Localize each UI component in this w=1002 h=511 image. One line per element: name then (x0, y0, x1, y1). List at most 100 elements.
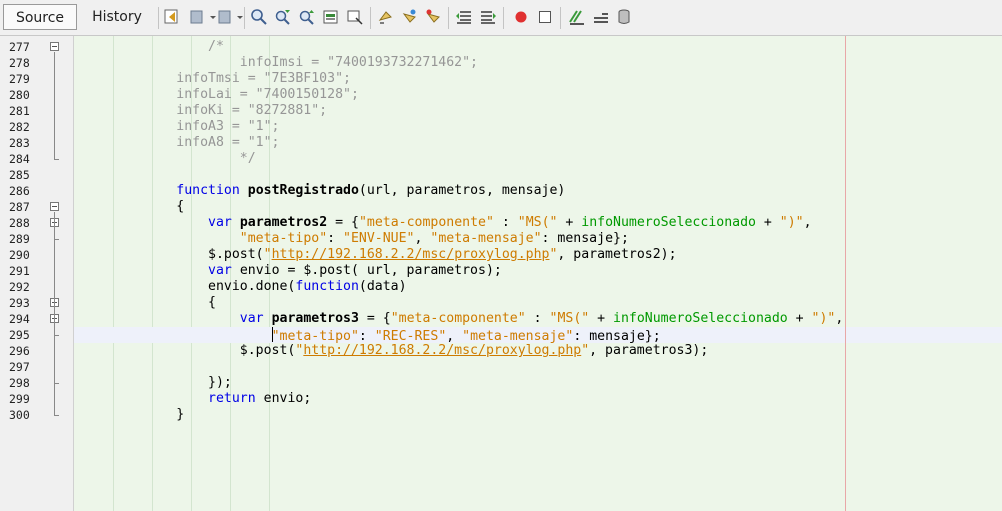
code-token: : (493, 215, 518, 230)
toolbar-separator (370, 7, 371, 29)
fold-range-line (54, 52, 55, 159)
comment-icon[interactable] (568, 8, 586, 26)
code-token: " (263, 247, 272, 262)
code-token: , parametros3); (589, 343, 709, 358)
code-token: postRegistrado (247, 183, 359, 198)
toggle-bookmark-icon[interactable] (424, 8, 442, 26)
code-token: infoA3 = "1"; (81, 119, 280, 134)
code-token: "MS(" (517, 215, 558, 230)
code-token: return (208, 391, 256, 406)
toolbar-separator (448, 7, 449, 29)
line-number: 293 (9, 296, 30, 310)
code-token: infoNumeroSeleccionado (581, 215, 756, 230)
line-number: 281 (9, 104, 30, 118)
code-token: : (358, 329, 375, 344)
code-token: "MS(" (549, 311, 590, 326)
code-token: "meta-componente" (358, 215, 494, 230)
code-line: envio.done(function(data) (81, 279, 407, 295)
code-token: var (208, 263, 232, 278)
toggle-rect-selection-icon[interactable] (346, 8, 364, 26)
line-number: 290 (9, 248, 30, 262)
record-macro-icon[interactable] (512, 8, 530, 26)
code-editor[interactable]: /* infoImsi = "7400193732271462"; infoTm… (74, 36, 1002, 511)
find-selection-icon[interactable] (250, 8, 268, 26)
line-number: 297 (9, 360, 30, 374)
code-token: ")" (811, 311, 836, 326)
code-token: , (803, 215, 812, 230)
code-line: $.post("http://192.168.2.2/msc/proxylog.… (81, 343, 708, 359)
last-edit-icon[interactable] (163, 8, 181, 26)
line-number: 284 (9, 152, 30, 166)
find-previous-icon[interactable] (274, 8, 292, 26)
code-line: infoA8 = "1"; (81, 135, 279, 151)
line-number: 280 (9, 88, 30, 102)
line-number: 300 (9, 408, 30, 422)
next-bookmark-icon[interactable] (400, 8, 418, 26)
line-number: 282 (9, 120, 30, 134)
toggle-highlight-icon[interactable] (322, 8, 340, 26)
line-number: 286 (9, 184, 30, 198)
chevron-down-icon[interactable] (204, 8, 216, 26)
code-token: http://192.168.2.2/msc/proxylog.php (271, 247, 550, 262)
code-line: infoImsi = "7400193732271462"; (81, 55, 478, 71)
code-line: function postRegistrado(url, parametros,… (81, 183, 565, 199)
line-number: 295 (9, 328, 30, 342)
toolbar-separator (244, 7, 245, 29)
code-token: infoTmsi = "7E3BF103"; (81, 71, 351, 86)
code-line: }); (81, 375, 232, 391)
code-token: infoLai = "7400150128"; (81, 87, 359, 102)
line-number: 287 (9, 200, 30, 214)
code-token: "meta-tipo" (239, 231, 328, 246)
code-line: return envio; (81, 391, 311, 407)
code-line: $.post("http://192.168.2.2/msc/proxylog.… (81, 247, 676, 263)
code-line: "meta-tipo": "ENV-NUE", "meta-mensaje": … (81, 231, 629, 247)
code-line: infoKi = "8272881"; (81, 103, 327, 119)
tab-source[interactable]: Source (3, 4, 77, 30)
line-number: 292 (9, 280, 30, 294)
previous-bookmark-icon[interactable] (376, 8, 394, 26)
fold-range-line (54, 212, 55, 415)
shift-right-icon[interactable] (479, 8, 497, 26)
code-line: */ (81, 151, 256, 167)
fold-toggle-icon[interactable] (50, 202, 59, 211)
fold-toggle-icon[interactable] (50, 42, 59, 51)
code-token: */ (81, 151, 256, 166)
code-line: { (81, 199, 184, 215)
code-token: /* (81, 39, 224, 54)
code-token: $.post( (81, 343, 296, 358)
code-line: } (81, 407, 184, 423)
find-next-icon[interactable] (298, 8, 316, 26)
uncomment-icon[interactable] (592, 8, 610, 26)
code-token: ")" (779, 215, 804, 230)
code-token: $.post( (81, 247, 264, 262)
database-icon[interactable] (615, 8, 633, 26)
code-token: + (589, 311, 614, 326)
code-token: "REC-RES" (374, 329, 447, 344)
code-token: (url, parametros, mensaje) (358, 183, 566, 198)
line-number: 285 (9, 168, 30, 182)
fold-end-marker (54, 415, 59, 416)
stop-macro-icon[interactable] (536, 8, 554, 26)
code-token: , (414, 231, 431, 246)
line-number: 288 (9, 216, 30, 230)
code-line: /* (81, 39, 224, 55)
code-token: = { (327, 215, 359, 230)
code-line: var parametros3 = {"meta-componente" : "… (81, 311, 844, 327)
code-token: infoNumeroSeleccionado (613, 311, 788, 326)
tab-history[interactable]: History (83, 4, 151, 30)
code-line: var envio = $.post( url, parametros); (81, 263, 502, 279)
line-number: 294 (9, 312, 30, 326)
code-token: envio = $.post( url, parametros); (231, 263, 502, 278)
code-token: "meta-componente" (390, 311, 526, 326)
code-token: parametros3 (271, 311, 359, 326)
right-margin-line (845, 36, 846, 511)
chevron-down-icon[interactable] (231, 8, 243, 26)
code-line: { (81, 295, 216, 311)
shift-left-icon[interactable] (455, 8, 473, 26)
code-token: (data) (358, 279, 407, 294)
